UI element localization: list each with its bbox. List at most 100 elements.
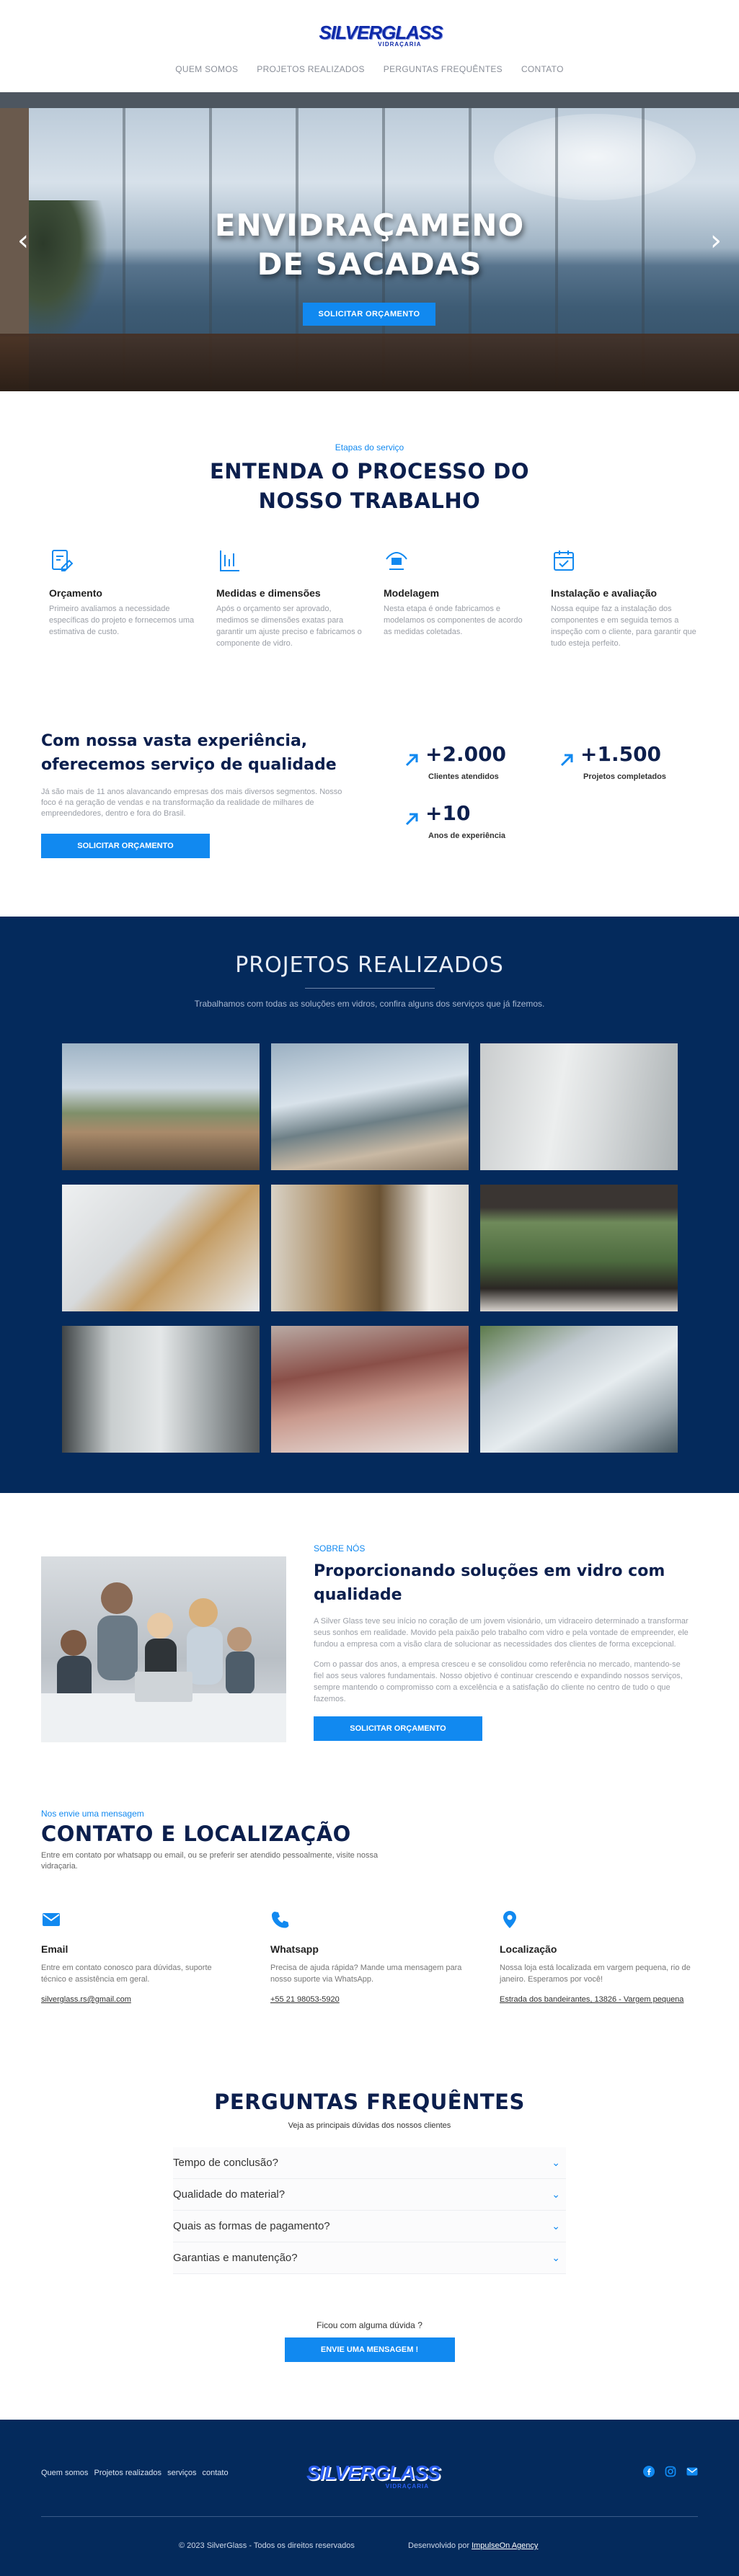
process-step: Modelagem Nesta etapa é onde fabricamos … [384,548,531,649]
contact-email-link[interactable]: silverglass.rs@gmail.com [41,1994,236,2005]
experience-quote-button[interactable]: SOLICITAR ORÇAMENTO [41,834,210,858]
step-text: Nossa equipe faz a instalação dos compon… [551,605,696,648]
chevron-down-icon: ⌄ [552,2157,560,2169]
chevron-down-icon: ⌄ [552,2188,560,2201]
site-header: SILVERGLASS VIDRAÇARIA QUEM SOMOS PROJET… [0,0,739,92]
footer-logo[interactable]: SILVERGLASS VIDRAÇARIA [306,2459,441,2492]
contact-intro: Entre em contato por whatsapp ou email, … [41,1851,379,1871]
project-image-skylight-roof[interactable] [480,1326,678,1453]
process-step: Instalação e avaliação Nossa equipe faz … [551,548,698,649]
stat-value: +10 [425,801,471,825]
step-title: Orçamento [49,587,102,599]
process-steps: Orçamento Primeiro avaliamos a necessida… [49,548,698,649]
experience-text: Já são mais de 11 anos alavancando empre… [41,788,342,818]
projects-section: PROJETOS REALIZADOS Trabalhamos com toda… [0,917,739,1493]
phone-icon [272,1912,289,1928]
faq-item[interactable]: Garantias e manutenção? ⌄ [173,2242,566,2274]
carousel-prev-icon[interactable]: ‹ [17,226,29,255]
contact-whatsapp-title: Whatsapp [270,1943,319,1955]
process-section: Etapas do serviço ENTENDA O PROCESSO DO … [0,442,739,516]
footer-dev-prefix: Desenvolvido por [408,2541,469,2550]
about-team-photo [41,1556,286,1742]
social-links [643,2466,698,2477]
about-quote-button[interactable]: SOLICITAR ORÇAMENTO [314,1716,482,1741]
contact-eyebrow: Nos envie uma mensagem [41,1809,144,1819]
measure-icon [220,551,239,571]
about-paragraph: Com o passar dos anos, a empresa cresceu… [314,1660,683,1703]
arrow-up-right-icon [405,813,418,826]
project-image-balcony-curved[interactable] [62,1043,260,1170]
footer-link-quem-somos[interactable]: Quem somos [41,2469,88,2477]
projects-title: PROJETOS REALIZADOS [235,953,504,978]
hero-balcony [0,334,739,391]
process-step: Medidas e dimensões Após o orçamento ser… [216,548,363,649]
faq-item[interactable]: Qualidade do material? ⌄ [173,2179,566,2211]
arrow-up-right-icon [405,754,418,767]
contact-whatsapp-link[interactable]: +55 21 98053-5920 [270,1994,465,2005]
faq-item[interactable]: Tempo de conclusão? ⌄ [173,2147,566,2179]
footer-dev-link[interactable]: ImpulseOn Agency [472,2541,538,2550]
contact-columns: Email Entre em contato conosco para dúvi… [41,1909,729,2005]
about-title: Proporcionando soluções em vidro com qua… [314,1562,665,1604]
projects-divider [304,988,435,989]
faq-subtitle: Veja as principais dúvidas dos nossos cl… [288,2121,451,2130]
email-icon[interactable] [686,2466,698,2477]
nav-item-projetos[interactable]: PROJETOS REALIZADOS [257,64,365,74]
contact-email: Email Entre em contato conosco para dúvi… [41,1909,270,2005]
projects-subtitle: Trabalhamos com todas as soluções em vid… [194,999,545,1009]
project-image-balcony-sea[interactable] [271,1043,469,1170]
step-text: Primeiro avaliamos a necessidade específ… [49,605,195,636]
chevron-down-icon: ⌄ [552,2252,560,2264]
contact-whatsapp-text: Precisa de ajuda rápida? Mande uma mensa… [270,1964,462,1984]
stat-value: +2.000 [425,742,507,766]
contact-email-title: Email [41,1943,68,1955]
facebook-icon[interactable] [643,2466,655,2477]
main-nav: QUEM SOMOS PROJETOS REALIZADOS PERGUNTAS… [0,64,739,74]
step-title: Modelagem [384,587,440,599]
faq-item[interactable]: Quais as formas de pagamento? ⌄ [173,2211,566,2242]
footer-links: Quem somos Projetos realizados serviços … [41,2469,232,2477]
footer-divider [41,2516,698,2517]
nav-item-contato[interactable]: CONTATO [521,64,564,74]
faq-question: Quais as formas de pagamento? [173,2220,330,2232]
calendar-icon [554,551,574,571]
project-image-window-view[interactable] [480,1185,678,1311]
stat-label: Clientes atendidos [428,772,499,781]
process-eyebrow: Etapas do serviço [335,442,404,453]
nav-item-quem-somos[interactable]: QUEM SOMOS [175,64,238,74]
contact-whatsapp: Whatsapp Precisa de ajuda rápida? Mande … [270,1909,500,2005]
contact-location-text: Nossa loja está localizada em vargem peq… [500,1964,691,1984]
contact-section: Nos envie uma mensagem CONTATO E LOCALIZ… [41,1809,691,2004]
carousel-next-icon[interactable]: › [710,226,722,255]
hero-quote-button[interactable]: SOLICITAR ORÇAMENTO [303,303,435,326]
project-image-office-partition[interactable] [480,1043,678,1170]
experience-section: Com nossa vasta experiência, oferecemos … [41,729,358,858]
email-icon [43,1913,60,1926]
project-image-shower-box[interactable] [271,1185,469,1311]
logo[interactable]: SILVERGLASS VIDRAÇARIA [314,19,443,48]
footer-link-projetos[interactable]: Projetos realizados [94,2469,161,2477]
project-image-pergola-roof[interactable] [271,1326,469,1453]
contact-email-text: Entre em contato conosco para dúvidas, s… [41,1964,212,1984]
hero-cloud [494,114,696,200]
chevron-down-icon: ⌄ [552,2220,560,2232]
project-image-frosted-partition[interactable] [62,1326,260,1453]
hero-banner: ENVIDRAÇAMENO DE SACADAS SOLICITAR ORÇAM… [0,92,739,391]
modeling-icon [386,551,407,570]
location-pin-icon [503,1911,516,1928]
about-eyebrow: SOBRE NÓS [314,1543,366,1554]
faq-title: PERGUNTAS FREQUÊNTES [214,2090,525,2114]
send-message-button[interactable]: ENVIE UMA MENSAGEM ! [284,2337,455,2362]
stat-label: Projetos completados [583,772,666,781]
site-footer: Quem somos Projetos realizados serviços … [0,2420,739,2576]
contact-location-title: Localização [500,1943,557,1955]
contact-location: Localização Nossa loja está localizada e… [500,1909,729,2005]
nav-item-perguntas[interactable]: PERGUNTAS FREQUÊNTES [384,64,503,74]
stat-label: Anos de experiência [428,832,505,840]
instagram-icon[interactable] [665,2466,676,2477]
faq-list: Tempo de conclusão? ⌄ Qualidade do materi… [173,2147,566,2274]
footer-link-contato[interactable]: contato [203,2469,229,2477]
footer-link-servicos[interactable]: serviços [167,2469,196,2477]
contact-location-link[interactable]: Estrada dos bandeirantes, 13826 - Vargem… [500,1994,694,2005]
project-image-glass-stair[interactable] [62,1185,260,1311]
